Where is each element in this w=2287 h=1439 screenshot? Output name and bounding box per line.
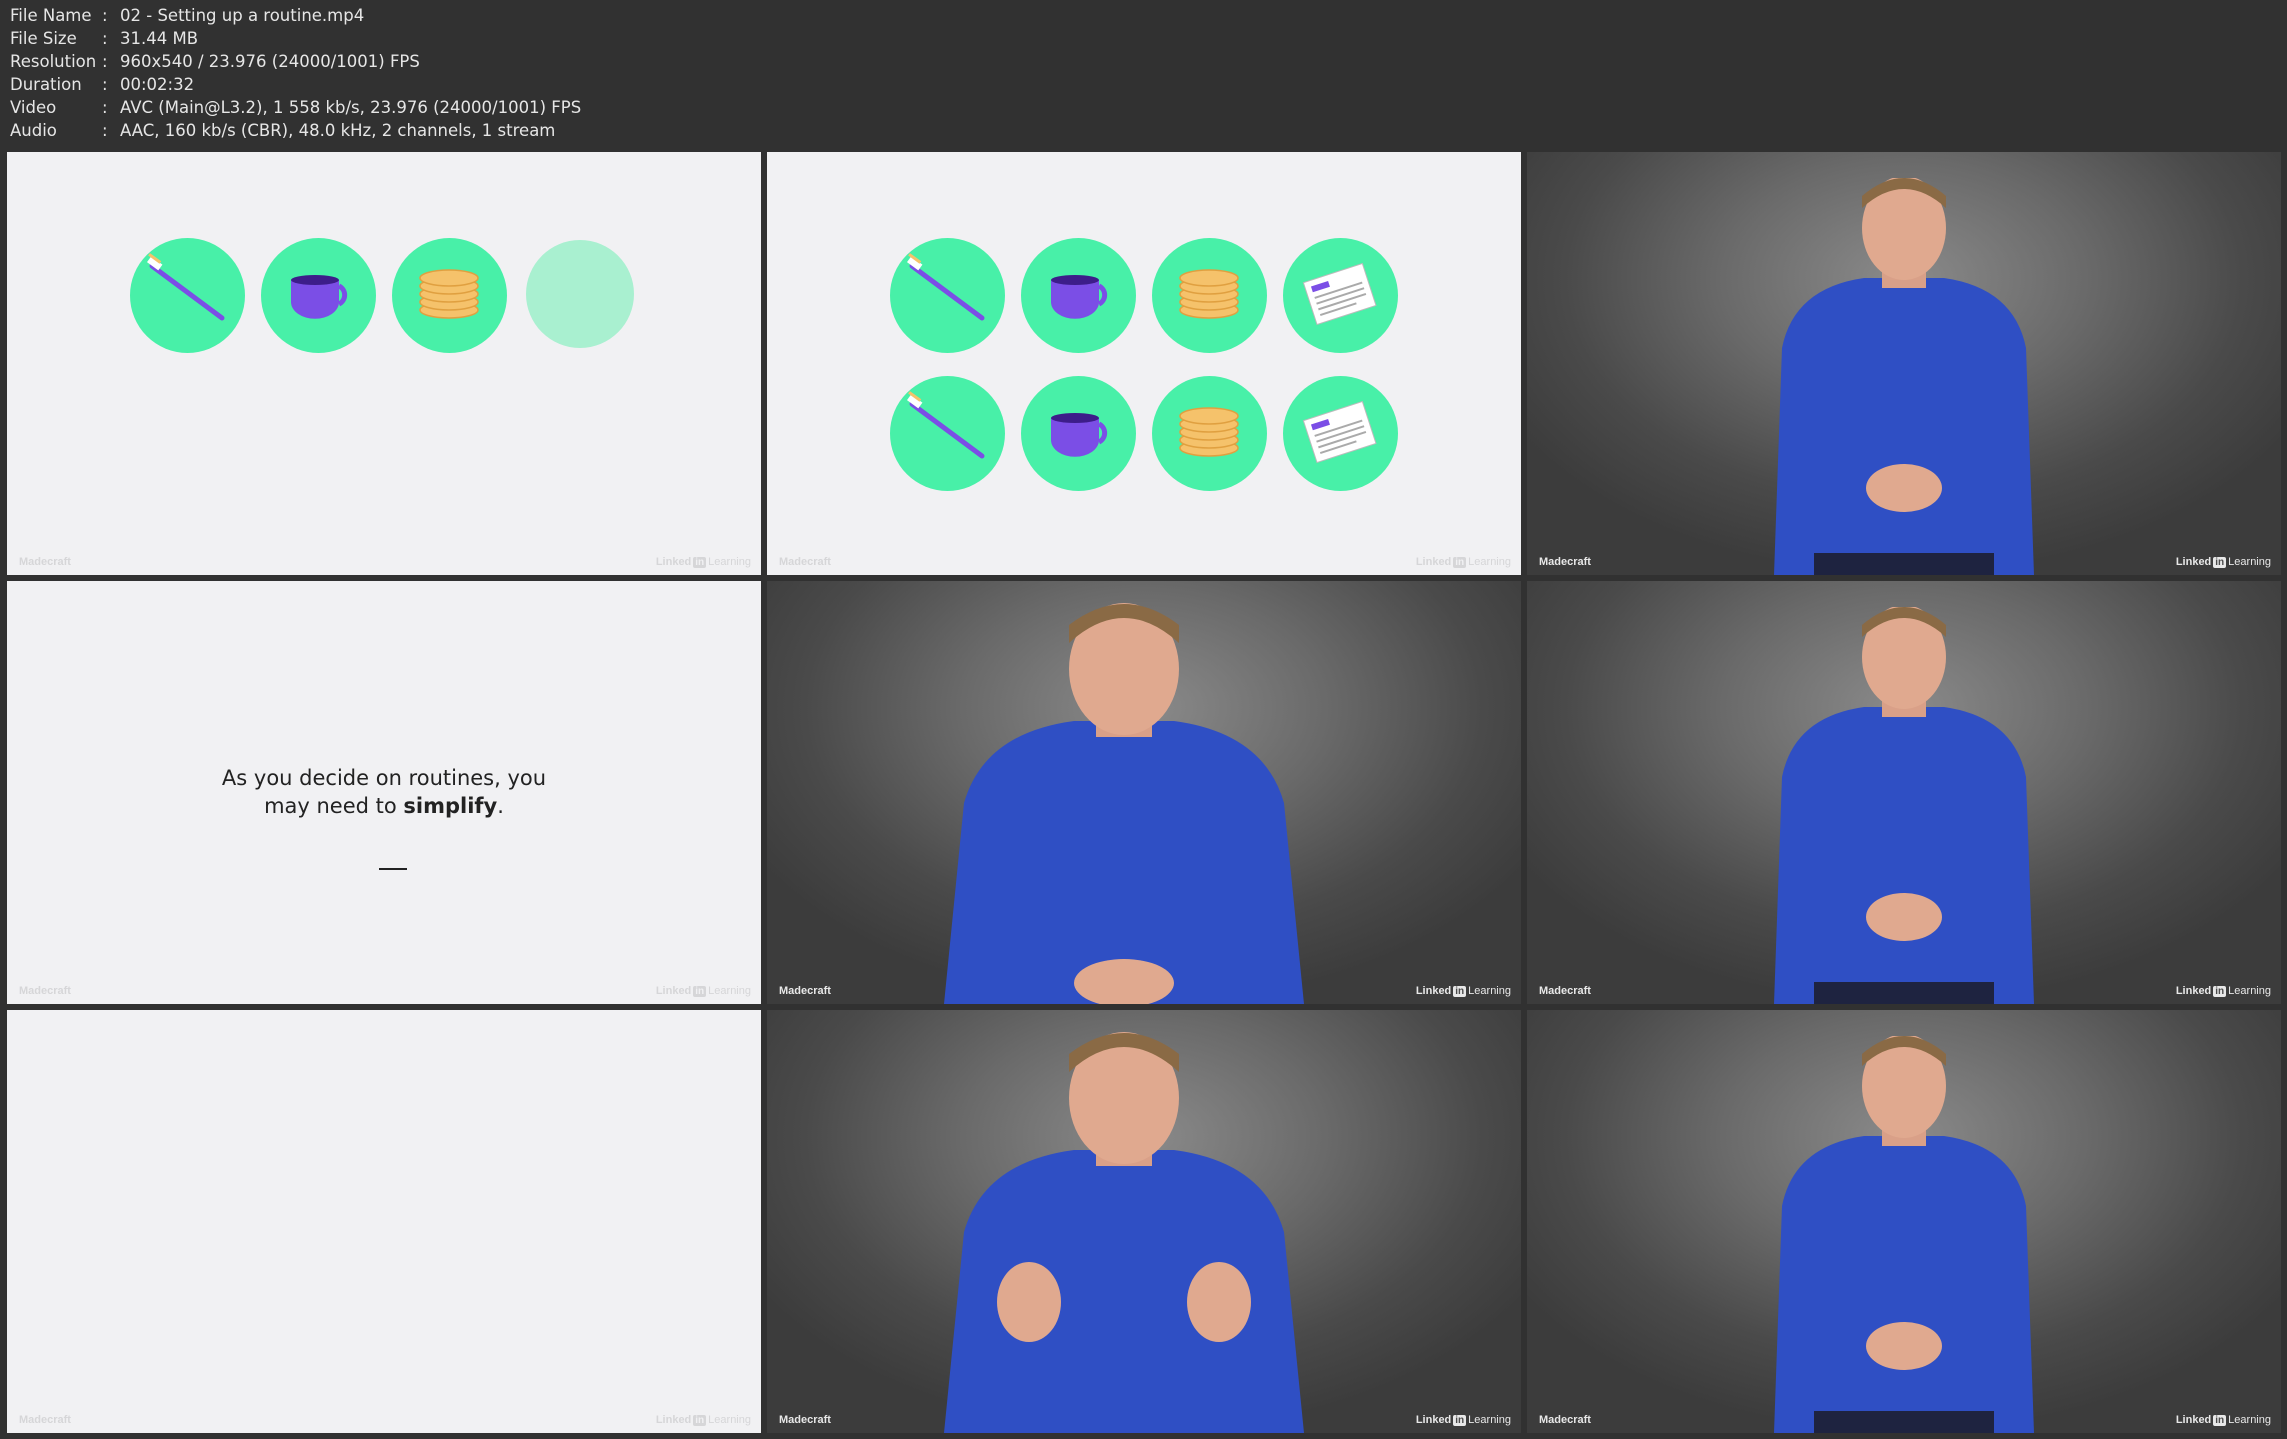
madecraft-watermark: Madecraft bbox=[1539, 1414, 1591, 1426]
newspaper-icon bbox=[1283, 376, 1398, 491]
madecraft-watermark: Madecraft bbox=[1539, 556, 1591, 568]
linkedin-learning-watermark: Linked in Learning bbox=[2175, 556, 2271, 568]
placeholder-circle bbox=[526, 240, 634, 348]
presenter-figure bbox=[1774, 1036, 2034, 1433]
madecraft-watermark: Madecraft bbox=[1539, 985, 1591, 997]
linkedin-learning-watermark: Linked in Learning bbox=[2175, 985, 2271, 997]
thumbnail-grid: Madecraft Linked in Learning Madecraft Lin… bbox=[0, 0, 2287, 1439]
madecraft-watermark: Madecraft bbox=[779, 1414, 831, 1426]
presenter-figure bbox=[1774, 607, 2034, 1004]
thumbnail-7[interactable]: Madecraft Linked in Learning bbox=[7, 1010, 761, 1433]
newspaper-icon bbox=[1283, 238, 1398, 353]
madecraft-watermark: Madecraft bbox=[779, 985, 831, 997]
linkedin-learning-watermark: Linked in Learning bbox=[2175, 1414, 2271, 1426]
coffee-cup-icon bbox=[1021, 238, 1136, 353]
slide-dash bbox=[379, 868, 407, 870]
linkedin-learning-watermark: Linked in Learning bbox=[655, 1414, 751, 1426]
madecraft-watermark: Madecraft bbox=[779, 556, 831, 568]
thumbnail-5[interactable]: Madecraft Linked in Learning bbox=[767, 581, 1521, 1004]
linkedin-learning-watermark: Linked in Learning bbox=[1415, 985, 1511, 997]
thumbnail-1[interactable]: Madecraft Linked in Learning bbox=[7, 152, 761, 575]
toothbrush-icon bbox=[130, 238, 245, 353]
coffee-cup-icon bbox=[261, 238, 376, 353]
madecraft-watermark: Madecraft bbox=[19, 556, 71, 568]
toothbrush-icon bbox=[890, 376, 1005, 491]
presenter-figure bbox=[1774, 178, 2034, 575]
linkedin-learning-watermark: Linked in Learning bbox=[1415, 1414, 1511, 1426]
slide-caption: As you decide on routines, you may need … bbox=[221, 766, 547, 818]
madecraft-watermark: Madecraft bbox=[19, 1414, 71, 1426]
linkedin-learning-watermark: Linked in Learning bbox=[1415, 556, 1511, 568]
thumbnail-6[interactable]: Madecraft Linked in Learning bbox=[1527, 581, 2281, 1004]
thumbnail-8[interactable]: Madecraft Linked in Learning bbox=[767, 1010, 1521, 1433]
toothbrush-icon bbox=[890, 238, 1005, 353]
thumbnail-3[interactable]: Madecraft Linked in Learning bbox=[1527, 152, 2281, 575]
presenter-figure bbox=[944, 603, 1304, 1004]
pancakes-icon bbox=[392, 238, 507, 353]
pancakes-icon bbox=[1152, 376, 1267, 491]
thumbnail-9[interactable]: Madecraft Linked in Learning bbox=[1527, 1010, 2281, 1433]
thumbnail-2[interactable]: Madecraft Linked in Learning bbox=[767, 152, 1521, 575]
linkedin-learning-watermark: Linked in Learning bbox=[655, 556, 751, 568]
linkedin-learning-watermark: Linked in Learning bbox=[655, 985, 751, 997]
presenter-figure bbox=[944, 1032, 1304, 1433]
coffee-cup-icon bbox=[1021, 376, 1136, 491]
pancakes-icon bbox=[1152, 238, 1267, 353]
thumbnail-4[interactable]: As you decide on routines, you may need … bbox=[7, 581, 761, 1004]
madecraft-watermark: Madecraft bbox=[19, 985, 71, 997]
